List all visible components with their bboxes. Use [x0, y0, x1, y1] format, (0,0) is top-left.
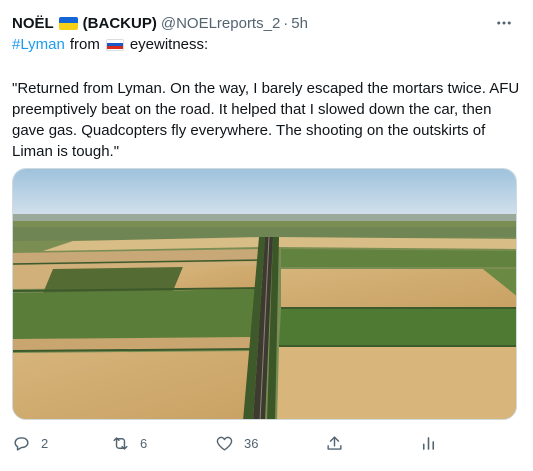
user-handle[interactable]: @NOELreports_2	[161, 15, 280, 32]
analytics-button[interactable]	[419, 432, 448, 454]
like-button[interactable]: 36	[215, 432, 258, 454]
tweet-timestamp[interactable]: 5h	[291, 15, 308, 32]
russia-flag-icon	[105, 38, 124, 51]
aerial-farm-fields-image	[13, 169, 516, 419]
more-horizontal-icon[interactable]	[493, 12, 515, 34]
share-icon	[327, 435, 342, 450]
hashtag-link[interactable]: #Lyman	[12, 36, 65, 53]
ukraine-flag-icon	[58, 16, 78, 30]
separator-dot: ·	[283, 14, 289, 32]
retweet-button[interactable]: 6	[111, 432, 147, 454]
tweet-body: "Returned from Lyman. On the way, I bare…	[12, 80, 520, 160]
like-count: 36	[244, 435, 259, 451]
tweet-photo[interactable]	[12, 168, 517, 420]
heart-icon	[216, 436, 233, 451]
display-name-suffix[interactable]: (BACKUP)	[83, 15, 157, 32]
retweet-count: 6	[140, 435, 148, 451]
from-text: from	[69, 36, 100, 53]
retweet-icon	[113, 436, 128, 450]
reply-icon	[14, 436, 29, 451]
tweet-card[interactable]: NOËL (BACKUP) @NOELreports_2 · 5h #Lyman…	[0, 0, 533, 471]
reply-count: 2	[41, 435, 49, 451]
display-name[interactable]: NOËL	[12, 15, 54, 32]
tweet-intro-line: #Lyman from eyewitness:	[12, 36, 208, 53]
analytics-icon	[422, 436, 435, 450]
share-button[interactable]	[325, 432, 354, 454]
tweet-actions: 2 6 36	[12, 432, 472, 454]
eyewitness-text: eyewitness:	[129, 36, 209, 53]
reply-button[interactable]: 2	[12, 432, 48, 454]
tweet-header: NOËL (BACKUP) @NOELreports_2 · 5h	[12, 12, 523, 34]
